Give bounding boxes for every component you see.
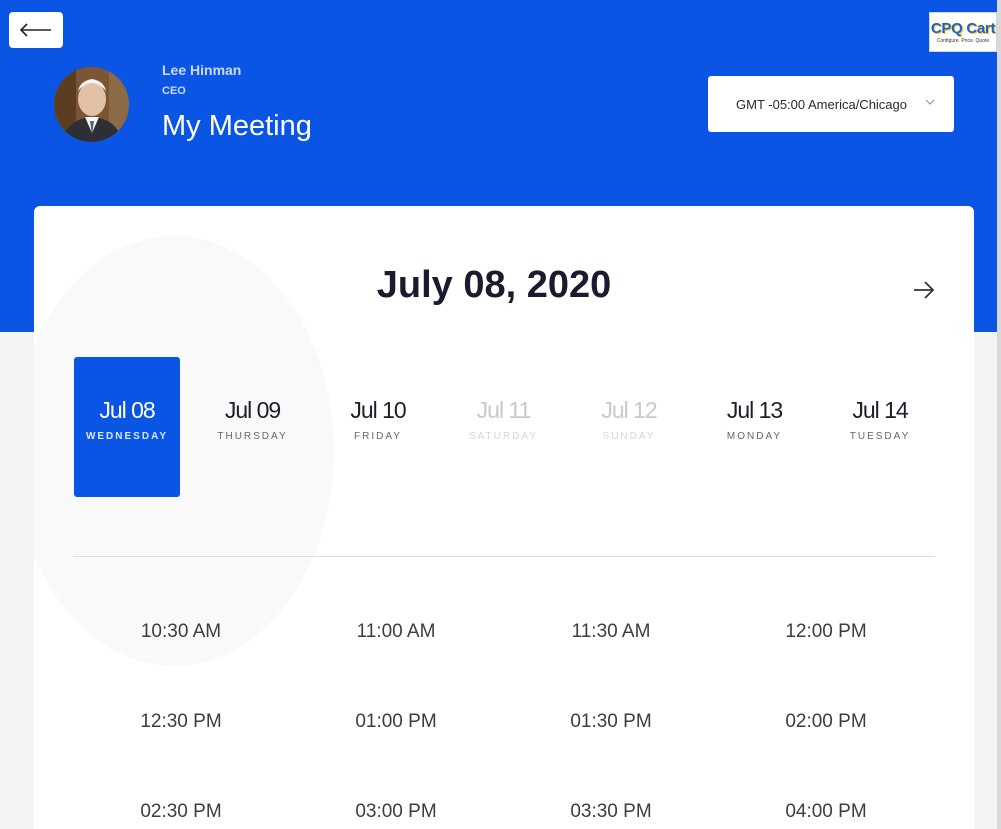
time-slot[interactable]: 03:00 PM xyxy=(296,801,496,823)
day-weekday: MONDAY xyxy=(726,431,783,442)
day-date: Jul 11 xyxy=(476,397,532,423)
day-weekday: SUNDAY xyxy=(602,431,656,442)
time-slot[interactable]: 11:30 AM xyxy=(511,621,711,643)
day-date: Jul 09 xyxy=(224,397,281,423)
schedule-card: July 08, 2020 Jul 08 WEDNESDAY Jul 09 TH… xyxy=(34,206,974,829)
day-weekday: SATURDAY xyxy=(469,431,538,442)
day-option[interactable]: Jul 10 FRIDAY xyxy=(325,357,431,497)
scrollbar[interactable] xyxy=(997,0,1001,829)
host-name: Lee Hinman xyxy=(162,62,242,78)
time-slot[interactable]: 02:30 PM xyxy=(81,801,281,823)
time-slot[interactable]: 03:30 PM xyxy=(511,801,711,823)
logo-text: CPQ Cart xyxy=(930,19,996,37)
day-option: Jul 12 SUNDAY xyxy=(576,357,682,497)
day-picker: Jul 08 WEDNESDAY Jul 09 THURSDAY Jul 10 … xyxy=(74,357,940,497)
time-slot[interactable]: 10:30 AM xyxy=(81,621,281,643)
time-slot[interactable]: 02:00 PM xyxy=(726,711,926,733)
back-button[interactable] xyxy=(9,12,63,48)
day-option: Jul 11 SATURDAY xyxy=(451,357,557,497)
day-weekday: FRIDAY xyxy=(354,431,402,442)
company-logo: CPQ Cart Configure. Price. Quote xyxy=(929,12,997,52)
section-divider xyxy=(73,556,935,557)
day-option[interactable]: Jul 08 WEDNESDAY xyxy=(74,357,180,497)
day-date: Jul 08 xyxy=(99,397,155,423)
day-date: Jul 14 xyxy=(852,397,908,423)
time-slot[interactable]: 12:00 PM xyxy=(726,621,926,643)
arrow-right-icon[interactable] xyxy=(910,276,938,304)
booking-page: CPQ Cart Configure. Price. Quote Lee Hin… xyxy=(0,0,1001,829)
time-slot[interactable]: 01:30 PM xyxy=(511,711,711,733)
logo-tagline: Configure. Price. Quote xyxy=(936,37,990,44)
time-slot[interactable]: 11:00 AM xyxy=(296,621,496,643)
day-option[interactable]: Jul 14 TUESDAY xyxy=(827,357,933,497)
host-role: CEO xyxy=(162,85,186,97)
chevron-down-icon xyxy=(925,99,935,105)
arrow-left-icon xyxy=(19,23,51,37)
current-date-heading: July 08, 2020 xyxy=(376,264,612,306)
timezone-value: GMT -05:00 America/Chicago xyxy=(736,96,907,112)
host-avatar xyxy=(54,67,129,142)
day-date: Jul 10 xyxy=(350,397,406,423)
day-weekday: WEDNESDAY xyxy=(85,431,169,442)
host-photo xyxy=(54,67,129,142)
time-slot[interactable]: 12:30 PM xyxy=(81,711,281,733)
day-option[interactable]: Jul 13 MONDAY xyxy=(702,357,808,497)
time-slot[interactable]: 01:00 PM xyxy=(296,711,496,733)
day-date: Jul 13 xyxy=(726,397,783,423)
day-weekday: TUESDAY xyxy=(849,431,911,442)
day-date: Jul 12 xyxy=(601,397,657,423)
day-option[interactable]: Jul 09 THURSDAY xyxy=(200,357,306,497)
day-weekday: THURSDAY xyxy=(217,431,288,442)
meeting-title: My Meeting xyxy=(162,110,312,142)
time-slot[interactable]: 04:00 PM xyxy=(726,801,926,823)
timezone-select[interactable]: GMT -05:00 America/Chicago xyxy=(708,76,954,132)
